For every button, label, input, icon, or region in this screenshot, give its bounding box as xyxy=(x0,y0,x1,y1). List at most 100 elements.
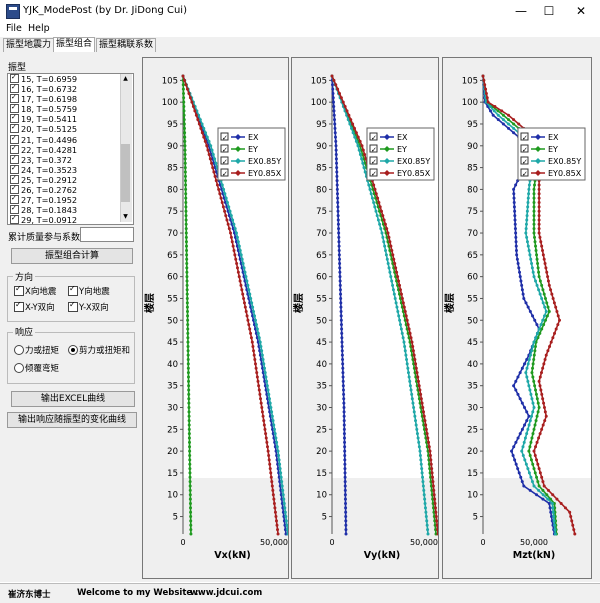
data-point xyxy=(544,318,548,322)
mode-list-item[interactable]: 20, T=0.5125 xyxy=(8,122,133,134)
data-point xyxy=(189,515,193,519)
y-tick-label: 20 xyxy=(316,447,327,457)
overturning-radio[interactable] xyxy=(14,363,24,373)
data-point xyxy=(537,183,541,187)
data-point xyxy=(335,192,339,196)
y-seismic-checkbox[interactable] xyxy=(68,284,78,296)
data-point xyxy=(555,310,559,314)
data-point xyxy=(339,314,343,318)
data-point xyxy=(542,292,546,296)
data-point xyxy=(235,235,239,239)
legend-label: EY0.85X xyxy=(548,169,582,178)
y-tick-label: 50 xyxy=(316,316,327,326)
combine-calc-button[interactable]: 振型组合计算 xyxy=(11,248,133,264)
data-point xyxy=(268,401,272,405)
x-seismic-label: X向地震 xyxy=(25,287,57,297)
data-point xyxy=(527,192,531,196)
data-point xyxy=(266,449,270,453)
data-point xyxy=(340,353,344,357)
data-point xyxy=(541,288,545,292)
data-point xyxy=(343,484,347,488)
mode-list-item[interactable]: 21, T=0.4496 xyxy=(8,133,133,145)
shear-radio[interactable] xyxy=(68,345,78,355)
mode-list-item[interactable]: 28, T=0.1843 xyxy=(8,203,133,215)
data-point xyxy=(516,262,520,266)
mode-list[interactable]: 15, T=0.695916, T=0.673217, T=0.619818, … xyxy=(7,73,134,225)
export-mode-curve-button[interactable]: 输出响应随振型的变化曲线 xyxy=(7,412,137,428)
close-button[interactable]: ✕ xyxy=(566,0,596,22)
data-point xyxy=(526,205,530,209)
tab-mode-coupling[interactable]: 振型耦联系数 xyxy=(96,38,157,52)
data-point xyxy=(537,214,541,218)
checkbox-icon: ✓ xyxy=(522,158,528,166)
scroll-thumb[interactable] xyxy=(121,144,130,202)
data-point xyxy=(387,266,391,270)
data-point xyxy=(507,113,510,117)
mode-list-item[interactable]: 23, T=0.372 xyxy=(8,153,133,165)
data-point xyxy=(344,523,348,527)
data-point xyxy=(344,510,348,514)
data-point xyxy=(391,253,395,257)
data-point xyxy=(542,362,546,366)
x-seismic-checkbox[interactable] xyxy=(14,284,24,296)
mode-list-item[interactable]: 19, T=0.5411 xyxy=(8,112,133,124)
data-point xyxy=(276,449,280,453)
data-point xyxy=(185,288,189,292)
data-point xyxy=(185,275,189,279)
data-point xyxy=(533,235,537,239)
scroll-up-icon[interactable]: ▲ xyxy=(120,74,131,83)
data-point xyxy=(482,78,486,82)
mode-list-item[interactable]: 15, T=0.6959 xyxy=(8,74,133,84)
data-point xyxy=(335,161,339,165)
data-point xyxy=(187,384,191,388)
data-point xyxy=(415,432,419,436)
status-website[interactable]: www.jdcui.com xyxy=(190,588,262,598)
mode-list-item[interactable]: 27, T=0.1952 xyxy=(8,193,133,205)
data-point xyxy=(527,414,531,418)
mode-list-item[interactable]: 26, T=0.2762 xyxy=(8,183,133,195)
data-point xyxy=(537,231,541,235)
data-point xyxy=(335,183,339,187)
data-point xyxy=(212,170,216,174)
data-point xyxy=(531,432,535,436)
tab-modal-seismic-force[interactable]: 振型地震力 xyxy=(3,38,55,52)
y-tick-label: 100 xyxy=(162,98,178,108)
data-point xyxy=(338,262,342,266)
mode-list-item[interactable]: 25, T=0.2912 xyxy=(8,173,133,185)
mode-list-item[interactable]: 22, T=0.4281 xyxy=(8,143,133,155)
export-excel-button[interactable]: 输出EXCEL曲线 xyxy=(11,391,135,407)
data-point xyxy=(279,475,283,479)
data-point xyxy=(531,375,535,379)
data-point xyxy=(524,222,528,226)
mode-list-item[interactable]: 16, T=0.6732 xyxy=(8,82,133,94)
menu-file[interactable]: File xyxy=(6,23,22,34)
menu-help[interactable]: Help xyxy=(28,23,50,34)
mode-list-item[interactable]: 17, T=0.6198 xyxy=(8,92,133,104)
direction-title: 方向 xyxy=(13,270,36,283)
yx-bidirectional-checkbox[interactable] xyxy=(68,300,78,312)
data-point xyxy=(188,467,192,471)
data-point xyxy=(230,240,234,244)
mode-list-item[interactable]: 24, T=0.3523 xyxy=(8,163,133,175)
data-point xyxy=(551,510,555,514)
data-point xyxy=(374,192,378,196)
force-radio[interactable] xyxy=(14,345,24,355)
data-point xyxy=(534,419,538,423)
data-point xyxy=(185,262,189,266)
tab-mode-combination[interactable]: 振型组合 xyxy=(53,37,96,53)
y-tick-label: 5 xyxy=(173,513,178,523)
scroll-down-icon[interactable]: ▼ xyxy=(120,212,131,221)
data-point xyxy=(525,214,529,218)
maximize-button[interactable]: ☐ xyxy=(534,0,564,22)
minimize-button[interactable]: — xyxy=(506,0,536,22)
data-point xyxy=(253,358,257,362)
data-point xyxy=(184,218,188,222)
xy-bidirectional-checkbox[interactable] xyxy=(14,300,24,312)
data-point xyxy=(551,493,555,497)
data-point xyxy=(483,83,487,87)
mode-list-item[interactable]: 29, T=0.0912 xyxy=(8,213,133,224)
mode-list-item[interactable]: 18, T=0.5759 xyxy=(8,102,133,114)
data-point xyxy=(420,471,424,475)
data-point xyxy=(363,170,367,174)
mass-participation-field[interactable] xyxy=(80,227,134,242)
